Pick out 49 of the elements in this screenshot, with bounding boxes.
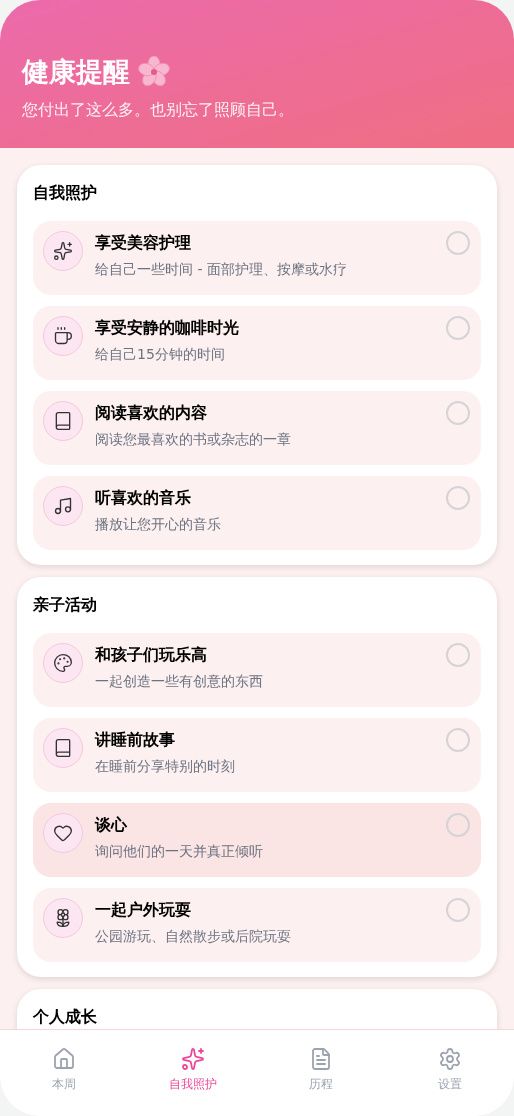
section-title: 自我照护: [33, 182, 98, 204]
task-title: 一起户外玩耍: [95, 899, 192, 921]
book-icon: [43, 401, 83, 441]
section-title: 亲子活动: [33, 594, 98, 616]
task-checkbox[interactable]: [446, 728, 470, 752]
task-description: 一起创造一些有创意的东西: [95, 672, 264, 691]
task-checkbox[interactable]: [446, 898, 470, 922]
task-checkbox[interactable]: [446, 401, 470, 425]
book-icon: [43, 728, 83, 768]
task-item[interactable]: 讲睡前故事 在睡前分享特别的时刻: [33, 718, 481, 792]
house-icon: [52, 1047, 77, 1071]
task-checkbox[interactable]: [446, 486, 470, 510]
sparkle-icon: [43, 231, 83, 271]
task-item[interactable]: 和孩子们玩乐高 一起创造一些有创意的东西: [33, 633, 481, 707]
task-item[interactable]: 听喜欢的音乐 播放让您开心的音乐: [33, 476, 481, 550]
task-item[interactable]: 阅读喜欢的内容 阅读您最喜欢的书或杂志的一章: [33, 391, 481, 465]
task-description: 在睡前分享特别的时刻: [95, 757, 236, 776]
task-checkbox[interactable]: [446, 813, 470, 837]
cup-icon: [43, 316, 83, 356]
task-checkbox[interactable]: [446, 643, 470, 667]
task-title: 听喜欢的音乐: [95, 487, 192, 509]
flower-icon: [43, 898, 83, 938]
page-subtitle: 您付出了这么多。也别忘了照顾自己。: [22, 99, 295, 121]
task-title: 讲睡前故事: [95, 729, 176, 751]
task-checkbox[interactable]: [446, 316, 470, 340]
task-description: 播放让您开心的音乐: [95, 515, 222, 534]
palette-icon: [43, 643, 83, 683]
task-description: 公园游玩、自然散步或后院玩耍: [95, 927, 292, 946]
task-item[interactable]: 谈心 询问他们的一天并真正倾听: [33, 803, 481, 877]
task-item[interactable]: 享受美容护理 给自己一些时间 - 面部护理、按摩或水疗: [33, 221, 481, 295]
task-title: 谈心: [95, 814, 128, 836]
music-note-icon: [43, 486, 83, 526]
page-title: 健康提醒: [22, 55, 130, 89]
task-title: 享受美容护理: [95, 232, 192, 254]
task-item[interactable]: 一起户外玩耍 公园游玩、自然散步或后院玩耍: [33, 888, 481, 962]
task-description: 给自己15分钟的时间: [95, 345, 226, 364]
task-title: 享受安静的咖啡时光: [95, 317, 240, 339]
task-title: 阅读喜欢的内容: [95, 402, 208, 424]
task-checkbox[interactable]: [446, 231, 470, 255]
sparkle-icon: [180, 1047, 205, 1071]
nav-tab[interactable]: 自我照护: [128, 1030, 257, 1116]
task-description: 阅读您最喜欢的书或杂志的一章: [95, 430, 292, 449]
section-title: 个人成长: [33, 1006, 98, 1028]
task-description: 询问他们的一天并真正倾听: [95, 842, 264, 861]
task-item[interactable]: 享受安静的咖啡时光 给自己15分钟的时间: [33, 306, 481, 380]
task-description: 给自己一些时间 - 面部护理、按摩或水疗: [95, 260, 348, 279]
cherry-blossom-icon: [138, 56, 170, 88]
settings-icon: [437, 1047, 462, 1071]
task-title: 和孩子们玩乐高: [95, 644, 208, 666]
